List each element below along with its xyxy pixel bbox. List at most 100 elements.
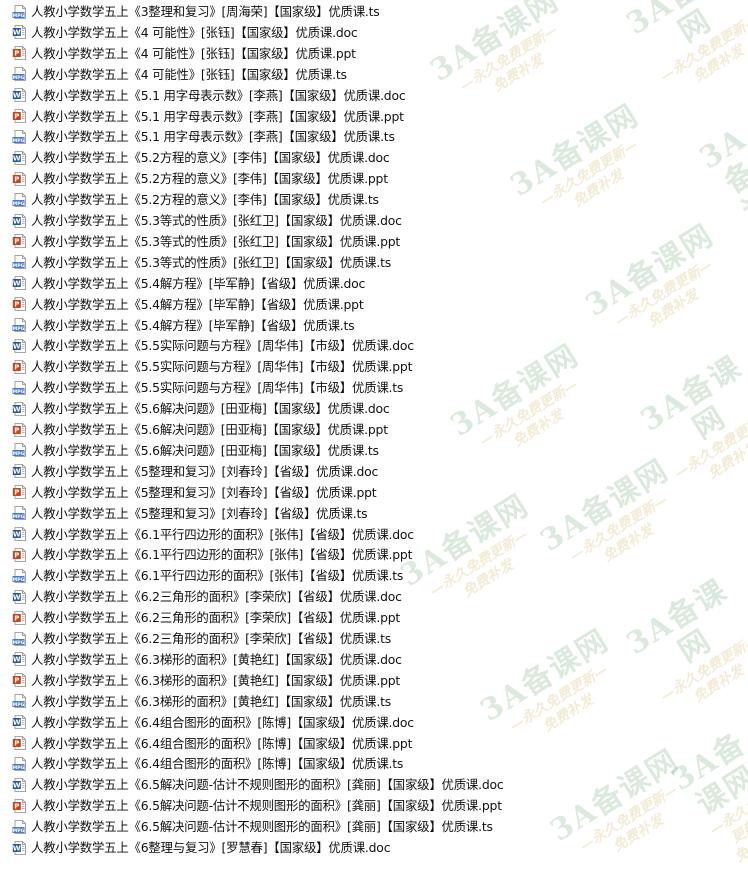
- file-row[interactable]: P 人教小学数学五上《4 可能性》[张钰]【国家级】优质课.ppt: [0, 43, 600, 64]
- file-name: 人教小学数学五上《5整理和复习》[刘春玲]【省级】优质课.ts: [31, 505, 368, 521]
- file-row[interactable]: W 人教小学数学五上《6.5解决问题-估计不规则图形的面积》[龚丽]【国家级】优质…: [0, 774, 600, 795]
- file-row[interactable]: W 人教小学数学五上《5.1 用字母表示数》[李燕]【国家级】优质课.doc: [0, 85, 600, 106]
- powerpoint-document-icon: P: [12, 171, 26, 186]
- file-row[interactable]: P 人教小学数学五上《6.1平行四边形的面积》[张伟]【省级】优质课.ppt: [0, 544, 600, 565]
- file-row[interactable]: W 人教小学数学五上《5.3等式的性质》[张红卫]【国家级】优质课.doc: [0, 210, 600, 231]
- word-document-icon: W: [12, 338, 26, 353]
- file-name: 人教小学数学五上《6.3梯形的面积》[黄艳红]【国家级】优质课.ts: [31, 693, 391, 709]
- file-row[interactable]: MPG 人教小学数学五上《6.2三角形的面积》[李荣欣]【省级】优质课.ts: [0, 628, 600, 649]
- svg-text:W: W: [13, 280, 21, 288]
- file-name: 人教小学数学五上《5.4解方程》[毕军静]【省级】优质课.ppt: [31, 296, 364, 312]
- svg-text:P: P: [14, 426, 19, 434]
- file-row[interactable]: MPG 人教小学数学五上《5.4解方程》[毕军静]【省级】优质课.ts: [0, 315, 600, 336]
- file-row[interactable]: MPG 人教小学数学五上《5.2方程的意义》[李伟]【国家级】优质课.ts: [0, 189, 600, 210]
- file-row[interactable]: W 人教小学数学五上《5.4解方程》[毕军静]【省级】优质课.doc: [0, 273, 600, 294]
- file-row[interactable]: MPG 人教小学数学五上《6.1平行四边形的面积》[张伟]【省级】优质课.ts: [0, 565, 600, 586]
- video-file-icon: MPG: [12, 631, 26, 646]
- file-row[interactable]: W 人教小学数学五上《5.5实际问题与方程》[周华伟]【市级】优质课.doc: [0, 335, 600, 356]
- svg-text:P: P: [14, 175, 19, 183]
- word-document-icon: W: [12, 777, 26, 792]
- svg-text:P: P: [14, 238, 19, 246]
- file-row[interactable]: W 人教小学数学五上《5整理和复习》[刘春玲]【省级】优质课.doc: [0, 461, 600, 482]
- file-row[interactable]: P 人教小学数学五上《5.5实际问题与方程》[周华伟]【市级】优质课.ppt: [0, 356, 600, 377]
- file-row[interactable]: MPG 人教小学数学五上《6.4组合图形的面积》[陈博]【国家级】优质课.ts: [0, 753, 600, 774]
- svg-text:MPG: MPG: [13, 514, 25, 520]
- svg-text:MPG: MPG: [13, 12, 25, 18]
- file-row[interactable]: MPG 人教小学数学五上《5.3等式的性质》[张红卫]【国家级】优质课.ts: [0, 252, 600, 273]
- file-row[interactable]: P 人教小学数学五上《5.3等式的性质》[张红卫]【国家级】优质课.ppt: [0, 231, 600, 252]
- file-name: 人教小学数学五上《5.1 用字母表示数》[李燕]【国家级】优质课.ts: [31, 129, 395, 145]
- file-row[interactable]: MPG 人教小学数学五上《3整理和复习》[周海荣]【国家级】优质课.ts: [0, 1, 600, 22]
- file-row[interactable]: MPG 人教小学数学五上《5.5实际问题与方程》[周华伟]【市级】优质课.ts: [0, 377, 600, 398]
- file-name: 人教小学数学五上《5整理和复习》[刘春玲]【省级】优质课.ppt: [31, 484, 377, 500]
- file-row[interactable]: P 人教小学数学五上《6.4组合图形的面积》[陈博]【国家级】优质课.ppt: [0, 733, 600, 754]
- file-name: 人教小学数学五上《5.5实际问题与方程》[周华伟]【市级】优质课.ppt: [31, 359, 413, 375]
- svg-text:MPG: MPG: [13, 263, 25, 269]
- video-file-icon: MPG: [12, 4, 26, 19]
- powerpoint-document-icon: P: [12, 46, 26, 61]
- svg-text:W: W: [13, 719, 21, 727]
- file-name: 人教小学数学五上《6.1平行四边形的面积》[张伟]【省级】优质课.ts: [31, 568, 404, 584]
- powerpoint-document-icon: P: [12, 422, 26, 437]
- file-row[interactable]: W 人教小学数学五上《5.6解决问题》[田亚梅]【国家级】优质课.doc: [0, 398, 600, 419]
- file-row[interactable]: MPG 人教小学数学五上《5整理和复习》[刘春玲]【省级】优质课.ts: [0, 503, 600, 524]
- file-row[interactable]: W 人教小学数学五上《5.2方程的意义》[李伟]【国家级】优质课.doc: [0, 147, 600, 168]
- svg-text:W: W: [13, 656, 21, 664]
- file-row[interactable]: W 人教小学数学五上《6整理与复习》[罗慧春]【国家级】优质课.doc: [0, 837, 600, 858]
- file-row[interactable]: MPG 人教小学数学五上《5.6解决问题》[田亚梅]【国家级】优质课.ts: [0, 440, 600, 461]
- file-name: 人教小学数学五上《6.4组合图形的面积》[陈博]【国家级】优质课.ts: [31, 756, 404, 772]
- svg-text:P: P: [14, 113, 19, 121]
- file-row[interactable]: W 人教小学数学五上《6.4组合图形的面积》[陈博]【国家级】优质课.doc: [0, 712, 600, 733]
- file-name: 人教小学数学五上《6.2三角形的面积》[李荣欣]【省级】优质课.doc: [31, 589, 402, 605]
- file-row[interactable]: P 人教小学数学五上《5.6解决问题》[田亚梅]【国家级】优质课.ppt: [0, 419, 600, 440]
- file-name: 人教小学数学五上《5.3等式的性质》[张红卫]【国家级】优质课.ppt: [31, 233, 401, 249]
- file-name: 人教小学数学五上《6.5解决问题-估计不规则图形的面积》[龚丽]【国家级】优质课…: [31, 777, 504, 793]
- word-document-icon: W: [12, 527, 26, 541]
- powerpoint-document-icon: P: [12, 109, 26, 123]
- word-document-icon: W: [12, 276, 26, 291]
- file-name: 人教小学数学五上《6整理与复习》[罗慧春]【国家级】优质课.doc: [31, 840, 391, 855]
- video-file-icon: MPG: [12, 129, 26, 144]
- file-row[interactable]: MPG 人教小学数学五上《6.3梯形的面积》[黄艳红]【国家级】优质课.ts: [0, 691, 600, 712]
- file-row[interactable]: MPG 人教小学数学五上《4 可能性》[张钰]【国家级】优质课.ts: [0, 64, 600, 85]
- file-row[interactable]: W 人教小学数学五上《6.3梯形的面积》[黄艳红]【国家级】优质课.doc: [0, 649, 600, 670]
- file-name: 人教小学数学五上《5.4解方程》[毕军静]【省级】优质课.doc: [31, 275, 366, 291]
- powerpoint-document-icon: P: [12, 736, 26, 750]
- file-row[interactable]: P 人教小学数学五上《6.3梯形的面积》[黄艳红]【国家级】优质课.ppt: [0, 670, 600, 691]
- file-name: 人教小学数学五上《6.5解决问题-估计不规则图形的面积》[龚丽]【国家级】优质课…: [31, 819, 493, 835]
- word-document-icon: W: [12, 213, 26, 228]
- file-row[interactable]: MPG 人教小学数学五上《5.1 用字母表示数》[李燕]【国家级】优质课.ts: [0, 126, 600, 147]
- word-document-icon: W: [12, 464, 26, 479]
- file-name: 人教小学数学五上《6.4组合图形的面积》[陈博]【国家级】优质课.doc: [31, 714, 414, 730]
- svg-text:W: W: [13, 468, 21, 476]
- svg-text:P: P: [14, 489, 19, 497]
- svg-text:MPG: MPG: [13, 138, 25, 144]
- file-row[interactable]: W 人教小学数学五上《4 可能性》[张钰]【国家级】优质课.doc: [0, 22, 600, 43]
- file-row[interactable]: P 人教小学数学五上《5.2方程的意义》[李伟]【国家级】优质课.ppt: [0, 168, 600, 189]
- svg-text:P: P: [14, 301, 19, 309]
- file-row[interactable]: W 人教小学数学五上《6.1平行四边形的面积》[张伟]【省级】优质课.doc: [0, 524, 600, 545]
- file-row[interactable]: P 人教小学数学五上《6.5解决问题-估计不规则图形的面积》[龚丽]【国家级】优质…: [0, 795, 600, 816]
- word-document-icon: W: [12, 652, 26, 667]
- file-name: 人教小学数学五上《6.4组合图形的面积》[陈博]【国家级】优质课.ppt: [31, 735, 413, 751]
- svg-text:P: P: [14, 677, 19, 685]
- svg-text:P: P: [14, 740, 19, 748]
- file-list: MPG 人教小学数学五上《3整理和复习》[周海荣]【国家级】优质课.ts W 人教小学…: [0, 0, 748, 863]
- file-row[interactable]: P 人教小学数学五上《5.1 用字母表示数》[李燕]【国家级】优质课.ppt: [0, 106, 600, 127]
- svg-text:P: P: [14, 802, 19, 810]
- svg-text:W: W: [13, 154, 21, 162]
- file-name: 人教小学数学五上《5.3等式的性质》[张红卫]【国家级】优质课.ts: [31, 254, 391, 270]
- file-name: 人教小学数学五上《4 可能性》[张钰]【国家级】优质课.ppt: [31, 45, 356, 61]
- powerpoint-document-icon: P: [12, 234, 26, 249]
- file-name: 人教小学数学五上《5.2方程的意义》[李伟]【国家级】优质课.ts: [31, 192, 379, 208]
- svg-text:MPG: MPG: [13, 75, 25, 81]
- svg-text:W: W: [13, 531, 21, 539]
- svg-text:MPG: MPG: [13, 200, 25, 206]
- svg-text:W: W: [13, 29, 21, 37]
- file-row[interactable]: P 人教小学数学五上《5.4解方程》[毕军静]【省级】优质课.ppt: [0, 294, 600, 315]
- file-row[interactable]: MPG 人教小学数学五上《6.5解决问题-估计不规则图形的面积》[龚丽]【国家级】…: [0, 816, 600, 837]
- file-row[interactable]: P 人教小学数学五上《5整理和复习》[刘春玲]【省级】优质课.ppt: [0, 482, 600, 503]
- file-row[interactable]: P 人教小学数学五上《6.2三角形的面积》[李荣欣]【省级】优质课.ppt: [0, 607, 600, 628]
- file-name: 人教小学数学五上《5.6解决问题》[田亚梅]【国家级】优质课.ppt: [31, 422, 388, 437]
- file-row[interactable]: W 人教小学数学五上《6.2三角形的面积》[李荣欣]【省级】优质课.doc: [0, 586, 600, 607]
